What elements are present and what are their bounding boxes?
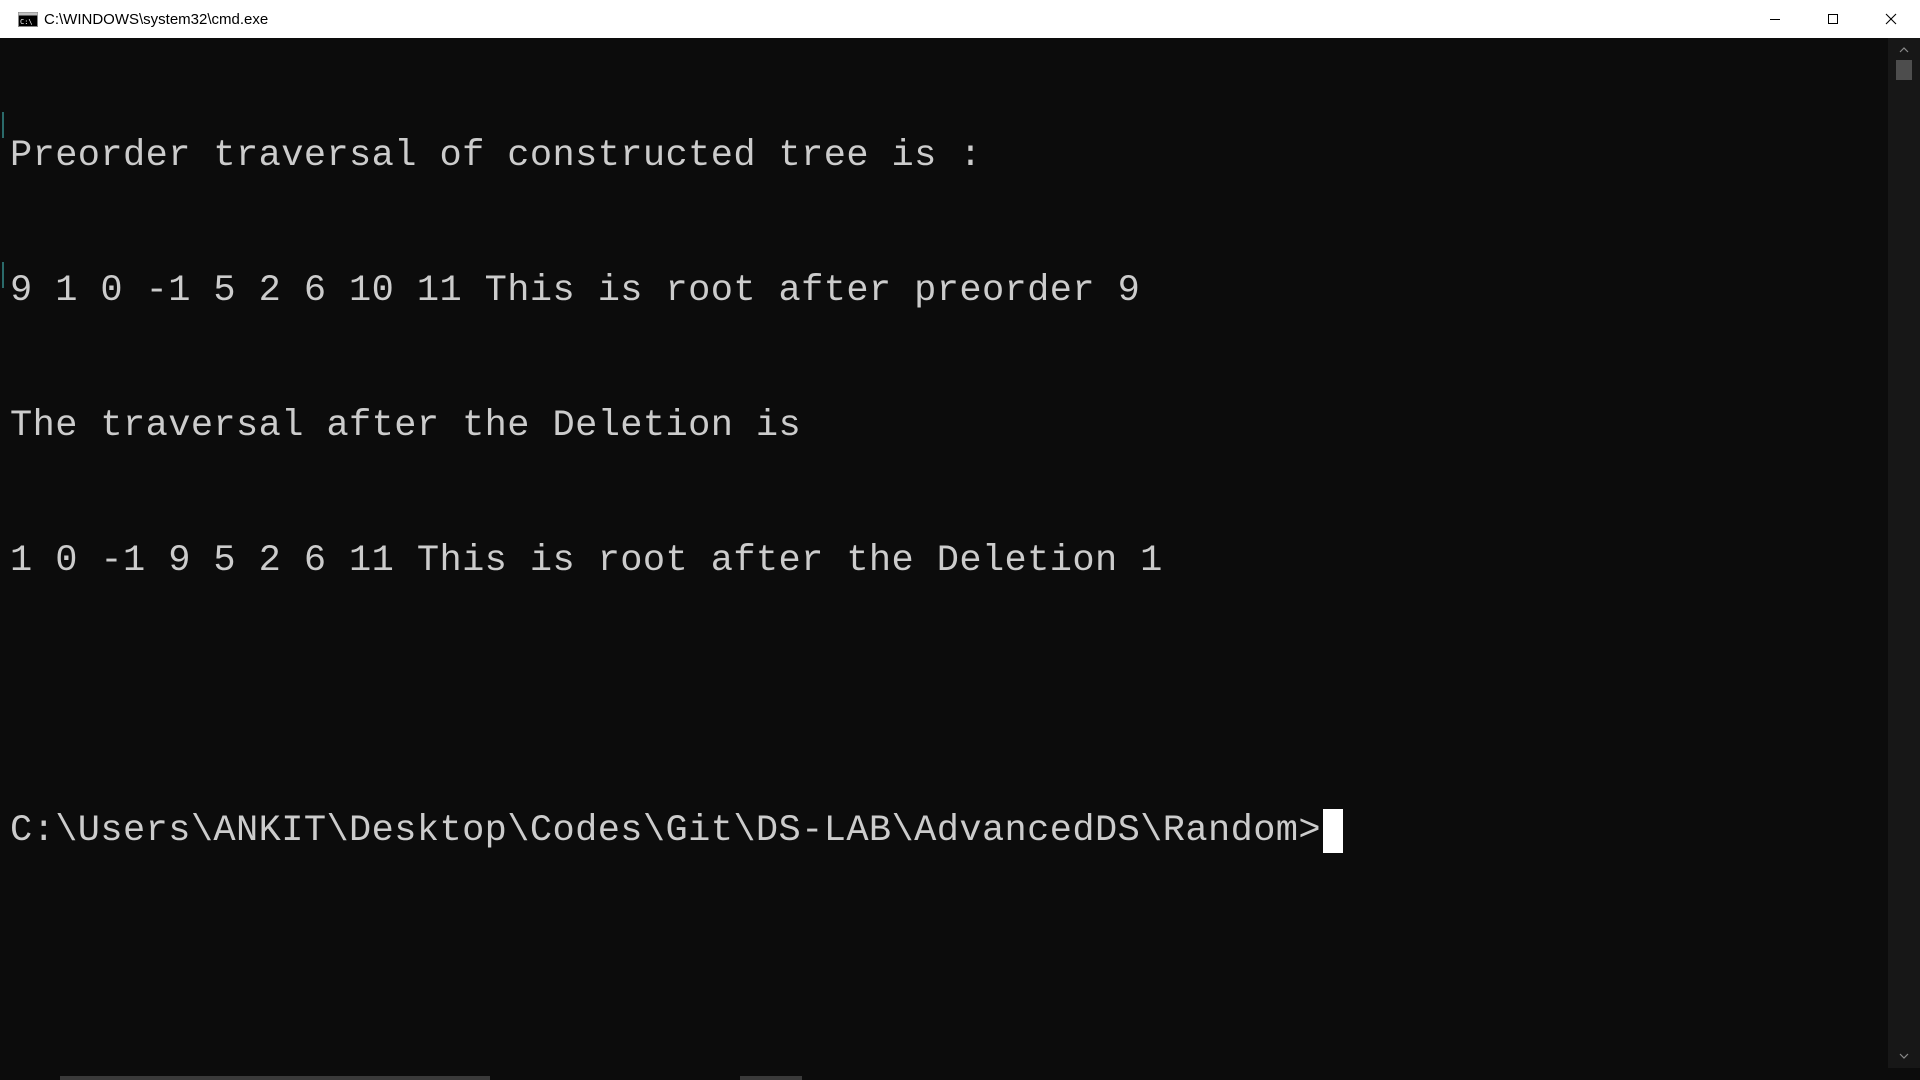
chevron-down-icon [1899, 1053, 1909, 1059]
cmd-window: C:\ C:\WINDOWS\system32\cmd.exe Preorder… [0, 0, 1920, 1080]
minimize-icon [1770, 19, 1780, 20]
window-title: C:\WINDOWS\system32\cmd.exe [44, 10, 269, 28]
output-line: 1 0 -1 9 5 2 6 11 This is root after the… [10, 540, 1163, 582]
output-line: 9 1 0 -1 5 2 6 10 11 This is root after … [10, 270, 1141, 312]
minimize-button[interactable] [1746, 0, 1804, 38]
scroll-down-button[interactable] [1888, 1046, 1920, 1066]
selection-marker [2, 262, 4, 288]
command-prompt: C:\Users\ANKIT\Desktop\Codes\Git\DS-LAB\… [10, 810, 1322, 852]
maximize-button[interactable] [1804, 0, 1862, 38]
output-line: Preorder traversal of constructed tree i… [10, 135, 982, 177]
close-icon [1885, 13, 1897, 25]
selection-marker [2, 112, 4, 138]
terminal-output[interactable]: Preorder traversal of constructed tree i… [0, 38, 1888, 1068]
cmd-icon[interactable]: C:\ [18, 11, 38, 27]
scrollbar-thumb[interactable] [60, 1076, 490, 1080]
scrollbar-thumb[interactable] [1896, 60, 1912, 80]
horizontal-scrollbar[interactable] [0, 1068, 1920, 1080]
prompt-line[interactable]: C:\Users\ANKIT\Desktop\Codes\Git\DS-LAB\… [10, 809, 1888, 854]
title-bar[interactable]: C:\ C:\WINDOWS\system32\cmd.exe [0, 0, 1920, 39]
chevron-up-icon [1899, 47, 1909, 53]
text-cursor [1323, 809, 1344, 853]
scrollbar-thumb[interactable] [740, 1076, 802, 1080]
svg-text:C:\: C:\ [20, 18, 33, 26]
vertical-scrollbar[interactable] [1888, 38, 1920, 1068]
close-button[interactable] [1862, 0, 1920, 38]
maximize-icon [1828, 14, 1838, 24]
scroll-up-button[interactable] [1888, 40, 1920, 60]
output-line: The traversal after the Deletion is [10, 405, 802, 447]
window-controls [1746, 0, 1920, 38]
